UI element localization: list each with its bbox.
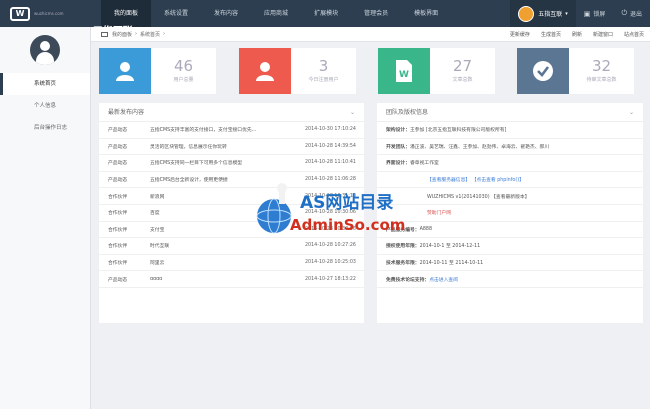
logout-button[interactable]: ⏻ 退出 — [613, 9, 650, 18]
chevron-down-icon[interactable]: ⌄ — [350, 103, 355, 122]
logo-subtitle: wuzhicms.com — [34, 10, 64, 16]
logo-mark-icon: W — [10, 6, 30, 21]
new-window-link[interactable]: 新建窗口 — [593, 31, 613, 38]
info-row: 开发团队： 潘正波、吴艺瑞、汪鑫、王参加、赵劲伟、卓海云、翟艳杰、郝川 — [377, 139, 643, 156]
info-row: 产品服务编号： A888 — [377, 222, 643, 239]
breadcrumb-separator: › — [163, 31, 166, 37]
stat-value: 32 — [591, 57, 612, 75]
user-icon — [239, 48, 291, 94]
generate-home-link[interactable]: 生成首页 — [541, 31, 561, 38]
nav-item-publish[interactable]: 发布内容 — [201, 0, 251, 27]
team-info-panel: 团队及版权信息 ⌄ 架构设计： 王参加 [北京五指互联科技有限公司版权所有] 开发团… — [377, 103, 643, 323]
breadcrumb-current: 系统首页 — [140, 31, 161, 38]
watermark-title: AS网站目录 — [300, 193, 394, 213]
breadcrumb-home[interactable]: 我的面板 — [112, 31, 132, 38]
stats-row: 46 用户总量 3 今日注册用户 W 27 文章总数 32 待审文章总数 — [99, 48, 643, 94]
sidebar-item-logs[interactable]: 后台操作日志 — [0, 117, 90, 139]
stat-card-new-users[interactable]: 3 今日注册用户 — [239, 48, 356, 94]
lock-screen-button[interactable]: ▣ 锁屏 — [576, 9, 614, 19]
stat-card-pending[interactable]: 32 待审文章总数 — [517, 48, 634, 94]
user-name: 五指互联 — [538, 11, 563, 18]
stat-label: 今日注册用户 — [308, 77, 339, 83]
info-row: 架构设计： 王参加 [北京五指互联科技有限公司版权所有] — [377, 122, 643, 139]
sidebar-avatar[interactable] — [30, 35, 60, 65]
forum-link[interactable]: 点击进入查阅 — [429, 276, 458, 283]
user-menu[interactable]: 五指互联 ▾ — [510, 0, 576, 27]
table-row[interactable]: 产品动态 灵活的区块管理，信息展示任你玩转 2014-10-28 14:39:54 — [99, 139, 364, 156]
action-links: 更新缓存 生成首页 刷新 新建窗口 站点首页 — [499, 31, 650, 38]
sidebar-item-home[interactable]: 系统首页 — [0, 73, 90, 95]
check-circle-icon — [517, 48, 569, 94]
sponsor-link[interactable]: 赞助门户网 — [427, 209, 451, 216]
sidebar: 系统首页 个人信息 后台操作日志 — [0, 27, 91, 409]
chevron-down-icon: ▾ — [565, 10, 568, 17]
svg-text:W: W — [399, 70, 409, 80]
nav-item-templates[interactable]: 模板界面 — [401, 0, 451, 27]
stat-value: 27 — [452, 57, 473, 75]
refresh-link[interactable]: 刷新 — [572, 31, 582, 38]
watermark-url: AdminSo.com — [290, 216, 406, 234]
nav-item-settings[interactable]: 系统设置 — [151, 0, 201, 27]
info-row: WUZHICMS v1(20141030) 【查看最新版本】 — [377, 188, 643, 205]
stat-value: 46 — [173, 57, 194, 75]
stat-card-users[interactable]: 46 用户总量 — [99, 48, 216, 94]
lock-icon: ▣ — [583, 9, 591, 18]
avatar — [518, 5, 535, 22]
watermark: AS网站目录 AdminSo.com — [254, 178, 414, 248]
power-icon: ⏻ — [621, 9, 627, 17]
nav-item-dashboard[interactable]: 我的面板 — [101, 0, 152, 27]
avatar-body — [36, 52, 54, 65]
panel-title: 最新发布内容 ⌄ — [99, 103, 364, 122]
site-home-link[interactable]: 站点首页 — [624, 31, 644, 38]
avatar-head — [40, 41, 50, 51]
logo[interactable]: W wuzhicms.com 五指互联 — [0, 0, 131, 37]
breadcrumb-separator: › — [135, 31, 138, 37]
logout-label: 退出 — [629, 11, 642, 18]
stat-card-articles[interactable]: W 27 文章总数 — [378, 48, 495, 94]
nav-item-appstore[interactable]: 应用商城 — [251, 0, 301, 27]
nav-item-extensions[interactable]: 扩展模块 — [301, 0, 351, 27]
info-row: 技术服务年限： 2014-10-11 至 2114-10-11 — [377, 255, 643, 272]
server-info-link[interactable]: 【查看服务器信息】 【点击查看 phpinfo()】 — [427, 176, 524, 183]
info-row: 免费技术论坛支持： 点击进入查阅 — [377, 271, 643, 288]
table-row[interactable]: 产品动态 五指CMS支持同一栏目下可用多个信息模型 2014-10-28 11:10… — [99, 155, 364, 172]
stat-value: 3 — [318, 57, 329, 75]
lock-label: 锁屏 — [593, 11, 606, 18]
info-row: 【查看服务器信息】 【点击查看 phpinfo()】 — [377, 172, 643, 189]
info-row: 授权使用年限： 2014-10-1 至 2014-12-11 — [377, 238, 643, 255]
update-cache-link[interactable]: 更新缓存 — [510, 31, 530, 38]
stat-label: 文章总数 — [452, 77, 473, 83]
info-row: 界面设计： 睿章视工作室 — [377, 155, 643, 172]
table-row[interactable]: 合作伙伴 阿里云 2014-10-28 10:25:03 — [99, 255, 364, 272]
sidebar-item-profile[interactable]: 个人信息 — [0, 95, 90, 117]
stat-label: 用户总量 — [173, 77, 194, 83]
nav-item-members[interactable]: 管理会员 — [351, 0, 401, 27]
monitor-icon — [101, 31, 108, 37]
info-row: 赞助门户网 — [377, 205, 643, 222]
document-icon: W — [378, 48, 430, 94]
table-row[interactable]: 产品动态 dddd 2014-10-27 18:13:22 — [99, 271, 364, 288]
panel-title: 团队及版权信息 ⌄ — [377, 103, 643, 122]
main-nav: 我的面板 系统设置 发布内容 应用商城 扩展模块 管理会员 模板界面 — [101, 0, 451, 27]
top-bar: W wuzhicms.com 五指互联 我的面板 系统设置 发布内容 应用商城 … — [0, 0, 650, 37]
table-row[interactable]: 产品动态 五指CMS支持丰富的支付接口，支付宝接口优先... 2014-10-30 … — [99, 122, 364, 139]
user-icon — [99, 48, 151, 94]
stat-label: 待审文章总数 — [586, 77, 617, 83]
chevron-down-icon[interactable]: ⌄ — [629, 103, 634, 122]
breadcrumb: 我的面板 › 系统首页 › 更新缓存 生成首页 刷新 新建窗口 站点首页 — [91, 27, 650, 42]
